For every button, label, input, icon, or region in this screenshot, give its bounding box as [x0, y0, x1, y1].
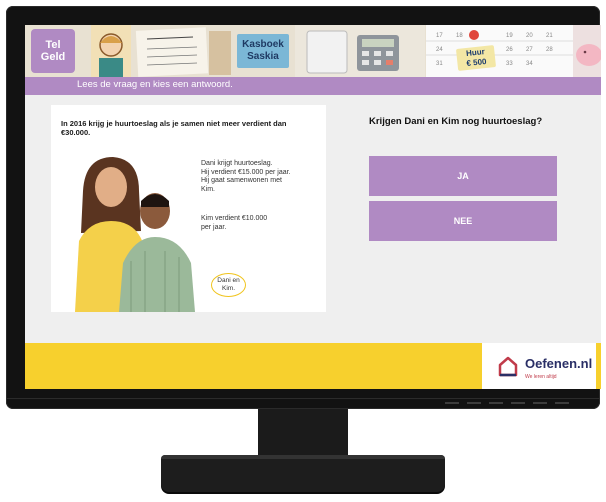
monitor-base: [161, 455, 445, 492]
svg-text:26: 26: [506, 47, 513, 53]
monitor-base-top: [161, 455, 445, 459]
svg-text:19: 19: [506, 33, 513, 39]
answer-ja-button[interactable]: JA: [369, 156, 557, 196]
oefenen-logo[interactable]: Oefenen.nl We leren altijd: [482, 343, 596, 389]
card-text-dani: Dani krijgt huurtoeslag. Hij verdient €1…: [201, 160, 291, 193]
question-text: Krijgen Dani en Kim nog huurtoeslag?: [369, 116, 543, 127]
card-text-kim: Kim verdient €10.000 per jaar.: [201, 215, 268, 231]
info-card: In 2016 krijg je huurtoeslag als je same…: [51, 105, 326, 312]
logo-line-1: Tel: [45, 39, 61, 51]
brand-tagline: We leren altijd: [525, 374, 557, 380]
instruction-text: Lees de vraag en kies een antwoord.: [77, 79, 233, 90]
screen: Tel Geld Kasboek Saskia 17 18 19 20 21 2…: [25, 25, 601, 389]
calendar-illustration: 17 18 19 20 21 24 26 27 28 31 33 34: [426, 25, 576, 77]
kasboek-line-2: Saskia: [247, 51, 279, 62]
notebook-illustration: [135, 27, 231, 77]
calculator-illustration: [295, 25, 425, 77]
header-banner: Tel Geld Kasboek Saskia 17 18 19 20 21 2…: [25, 25, 601, 77]
speech-bubble: Dani en Kim.: [211, 273, 246, 297]
monitor-neck: [258, 409, 348, 457]
woman-illustration: [91, 25, 131, 77]
bezel-line: [6, 398, 600, 399]
svg-text:17: 17: [436, 33, 443, 39]
kasboek-line-1: Kasboek: [242, 39, 284, 50]
instruction-bar: Lees de vraag en kies een antwoord.: [25, 77, 601, 95]
tel-geld-logo: Tel Geld: [31, 29, 75, 73]
svg-text:34: 34: [526, 61, 533, 67]
kasboek-book: Kasboek Saskia: [237, 34, 289, 68]
card-heading: In 2016 krijg je huurtoeslag als je same…: [61, 119, 287, 137]
svg-text:18: 18: [456, 33, 463, 39]
footer-bar: Oefenen.nl We leren altijd: [25, 343, 601, 389]
brand-name: Oefenen.nl: [525, 356, 593, 371]
answer-nee-button[interactable]: NEE: [369, 201, 557, 241]
svg-text:31: 31: [436, 61, 443, 67]
svg-text:33: 33: [506, 61, 513, 67]
monitor-frame: Tel Geld Kasboek Saskia 17 18 19 20 21 2…: [6, 6, 601, 409]
house-icon: [498, 356, 518, 377]
svg-text:27: 27: [526, 47, 533, 53]
monitor-buttons: [445, 402, 569, 404]
svg-text:24: 24: [436, 47, 443, 53]
svg-text:21: 21: [546, 33, 553, 39]
svg-text:20: 20: [526, 33, 533, 39]
piggy-bank-icon: [573, 25, 601, 77]
couple-photo: [75, 157, 195, 312]
logo-line-2: Geld: [40, 51, 66, 63]
huur-note: Huur € 500: [455, 45, 497, 71]
svg-text:28: 28: [546, 47, 553, 53]
